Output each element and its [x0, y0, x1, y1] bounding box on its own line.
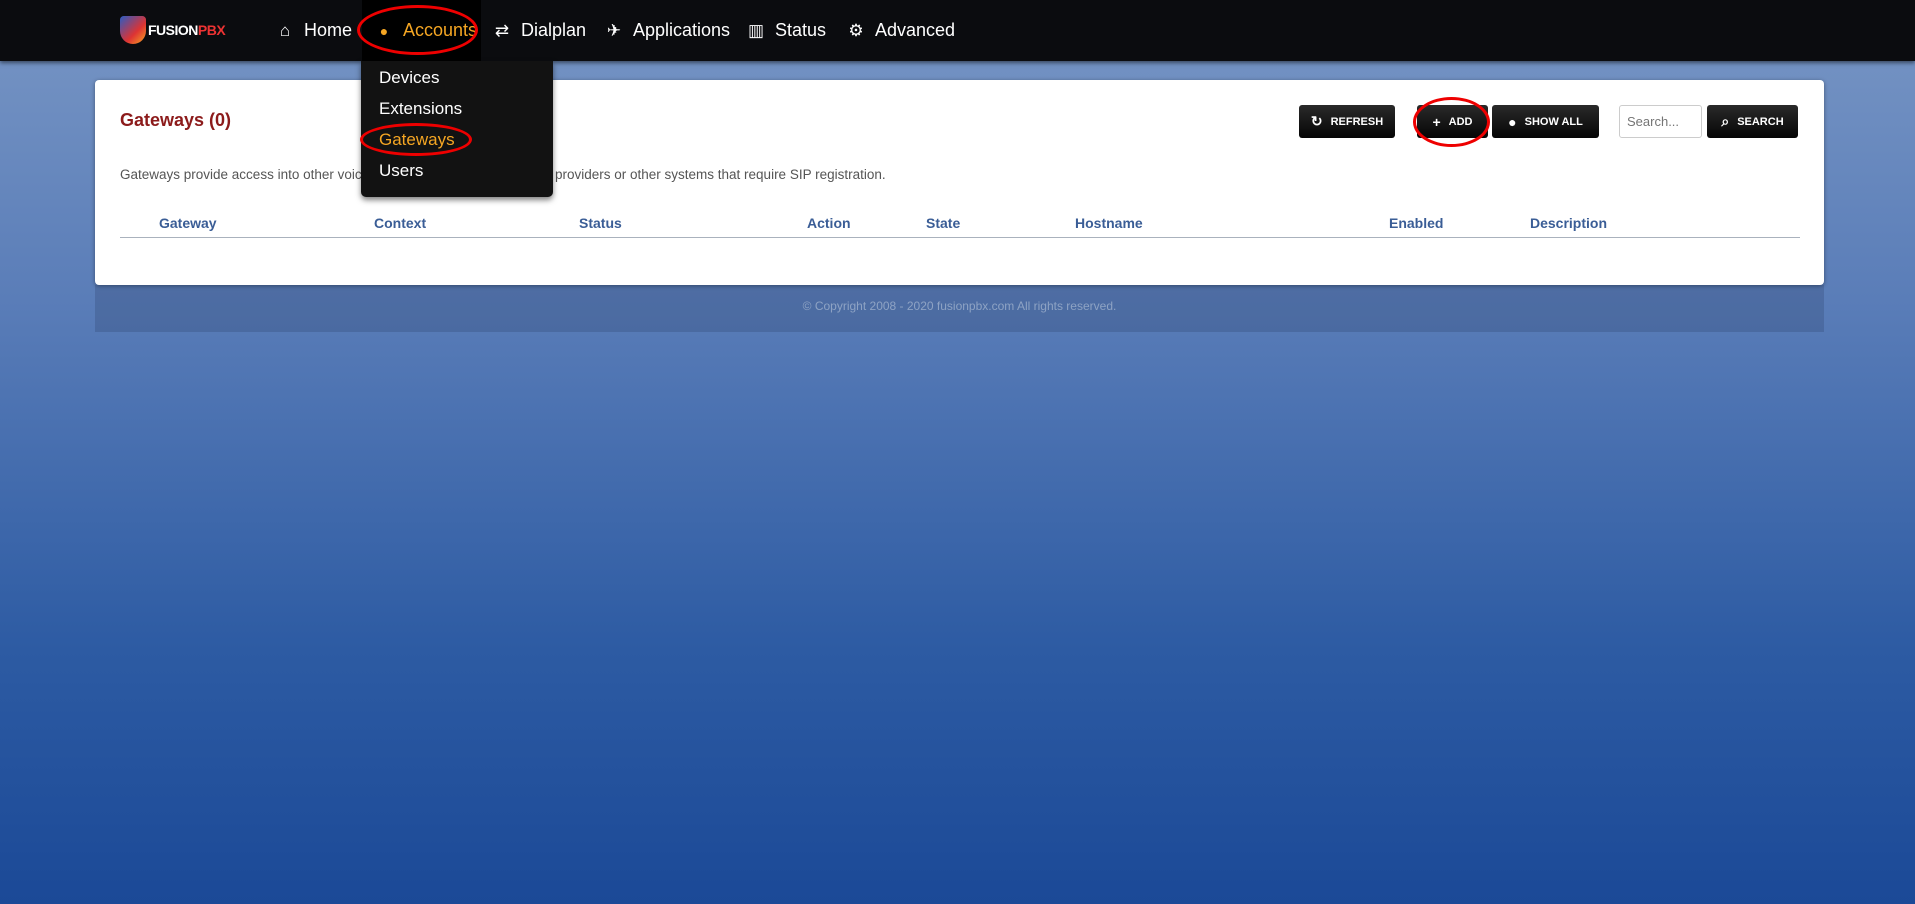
gateways-panel: Gateways (0) ↻REFRESH +ADD ●SHOW ALL ⌕SE… [95, 80, 1824, 285]
logo-shield-icon [120, 16, 146, 44]
nav-status[interactable]: ▥ Status [746, 0, 826, 61]
nav-advanced[interactable]: ⚙ Advanced [846, 0, 955, 61]
top-navbar: FUSIONPBX ⌂ Home ● Accounts ⇄ Dialplan ✈ App… [0, 0, 1915, 61]
fusionpbx-logo[interactable]: FUSIONPBX [120, 16, 226, 44]
nav-accounts[interactable]: ● Accounts [362, 0, 481, 61]
nav-label: Accounts [403, 20, 478, 40]
menu-item-users[interactable]: Users [379, 161, 423, 181]
refresh-icon: ↻ [1310, 113, 1323, 129]
gear-icon: ⚙ [848, 20, 864, 40]
column-header-context[interactable]: Context [374, 215, 426, 231]
nav-dialplan[interactable]: ⇄ Dialplan [492, 0, 586, 61]
globe-icon: ● [1508, 113, 1517, 130]
column-header-action[interactable]: Action [807, 215, 851, 231]
column-header-status[interactable]: Status [579, 215, 622, 231]
nav-label: Status [775, 20, 827, 40]
nav-label: Home [304, 20, 353, 40]
menu-item-devices[interactable]: Devices [379, 68, 439, 88]
column-header-description[interactable]: Description [1530, 215, 1607, 231]
nav-label: Applications [633, 20, 731, 40]
search-input[interactable] [1619, 105, 1702, 138]
bar-chart-icon: ▥ [747, 20, 765, 40]
nav-applications[interactable]: ✈ Applications [604, 0, 730, 61]
show-all-button[interactable]: ● SHOW ALL [1492, 105, 1599, 138]
footer-copyright: © Copyright 2008 - 2020 fusionpbx.com Al… [95, 285, 1824, 332]
add-button[interactable]: + ADD [1417, 105, 1488, 138]
exchange-icon: ⇄ [494, 20, 510, 40]
accounts-dropdown-menu: Devices Extensions Gateways Users [361, 61, 553, 197]
search-button[interactable]: ⌕ SEARCH [1707, 105, 1798, 138]
page-title: Gateways (0) [120, 110, 232, 130]
nav-label: Advanced [875, 20, 956, 40]
user-icon: ● [379, 22, 389, 39]
refresh-button[interactable]: ↻ REFRESH [1299, 105, 1395, 138]
column-header-gateway[interactable]: Gateway [159, 215, 217, 231]
plus-icon: + [1432, 113, 1441, 130]
nav-label: Dialplan [521, 20, 587, 40]
paper-plane-icon: ✈ [606, 20, 622, 40]
column-header-hostname[interactable]: Hostname [1075, 215, 1143, 231]
menu-item-extensions[interactable]: Extensions [379, 99, 462, 119]
home-icon: ⌂ [279, 20, 291, 40]
column-header-state[interactable]: State [926, 215, 960, 231]
column-header-enabled[interactable]: Enabled [1389, 215, 1443, 231]
nav-home[interactable]: ⌂ Home [275, 0, 352, 61]
table-header-divider [120, 237, 1800, 238]
menu-item-gateways[interactable]: Gateways [379, 130, 455, 150]
search-icon: ⌕ [1721, 113, 1730, 129]
